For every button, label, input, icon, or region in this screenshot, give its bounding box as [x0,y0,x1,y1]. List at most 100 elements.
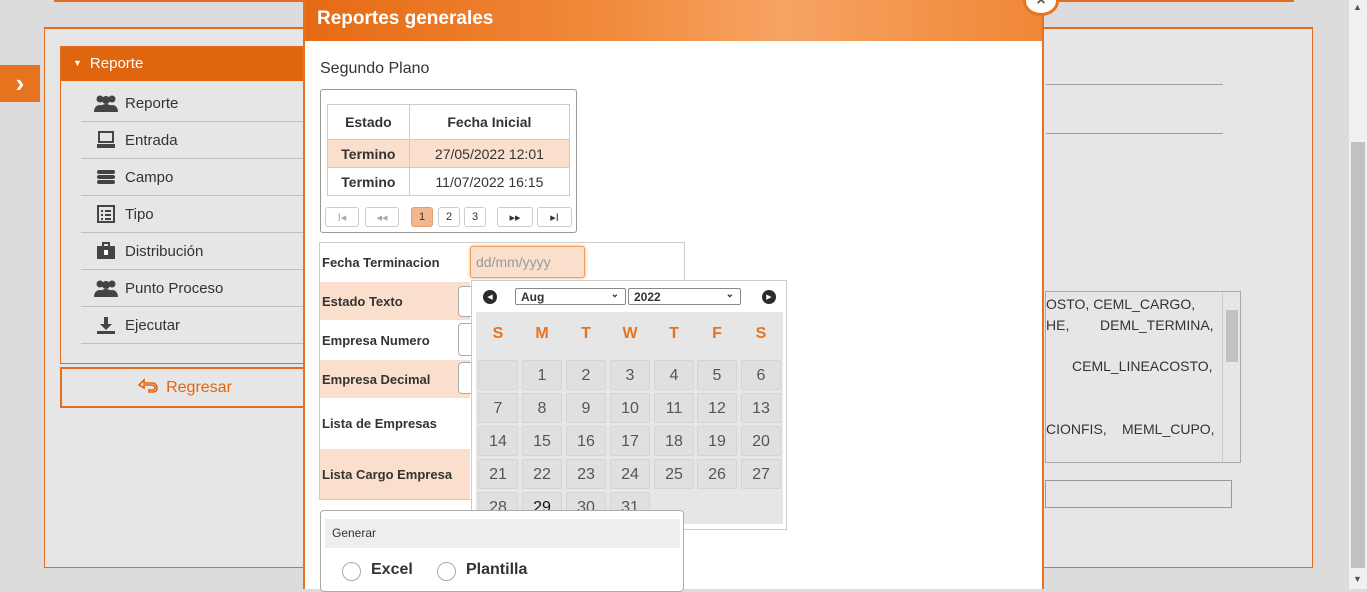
fecha-terminacion-input[interactable]: dd/mm/yyyy [470,246,585,278]
weekday-header: T [581,325,591,342]
empresa-decimal-label: Empresa Decimal [320,360,470,398]
column-header[interactable]: Fecha Inicial [408,104,571,140]
briefcase-icon [91,241,121,261]
sidebar-toggle-button[interactable]: › [0,65,40,102]
month-select[interactable]: Aug ⌄ [515,288,626,305]
textarea-line: OSTO, CEML_CARGO, [1046,296,1196,312]
year-select[interactable]: 2022 ⌄ [628,288,741,305]
table-cell: 27/05/2022 12:01 [408,139,571,168]
page-button-3[interactable]: 3 [464,207,486,227]
calendar-day[interactable]: 3 [610,360,650,390]
calendar-day[interactable]: 27 [741,459,781,489]
scroll-up-icon[interactable]: ▲ [1353,2,1362,12]
section-title: Segundo Plano [320,60,430,77]
calendar-day[interactable]: 16 [566,426,606,456]
sidebar-item-label: Tipo [125,205,154,223]
calendar-day[interactable]: 20 [741,426,781,456]
results-table: Estado Fecha Inicial Termino 27/05/2022 … [327,104,571,196]
regresar-button[interactable]: Regresar [60,367,310,408]
calendar-day[interactable]: 13 [741,393,781,423]
empresa-numero-input[interactable] [458,323,472,356]
calendar-day[interactable]: 6 [741,360,781,390]
fields-textarea[interactable]: OSTO, CEML_CARGO, HE, DEML_TERMINA, CEML… [1045,291,1241,463]
column-header[interactable]: Estado [327,104,410,140]
sidebar-item-entrada[interactable]: Entrada [81,122,309,159]
calendar-day[interactable]: 10 [610,393,650,423]
next-month-icon[interactable]: ▶ [762,290,776,304]
prev-page-button[interactable]: ◂◂ [365,207,399,227]
modal-title: Reportes generales [305,0,1042,41]
calendar-day[interactable]: 26 [697,459,737,489]
calendar-day[interactable]: 11 [654,393,694,423]
fecha-terminacion-label: Fecha Terminacion [322,254,440,270]
estado-texto-input[interactable] [458,286,472,317]
lista-empresas-label: Lista de Empresas [322,416,437,431]
calendar-day[interactable]: 7 [478,393,518,423]
next-page-button[interactable]: ▸▸ [497,207,533,227]
back-hand-icon [137,377,158,398]
scroll-down-icon[interactable]: ▼ [1353,574,1362,584]
weekday-header: W [622,325,638,342]
calendar-day[interactable]: 24 [610,459,650,489]
sidebar-item-label: Campo [125,168,174,186]
calendar-day[interactable]: 8 [522,393,562,423]
sidebar-item-ejecutar[interactable]: Ejecutar [81,307,309,344]
estado-texto-label: Estado Texto [320,282,470,320]
calendar-day[interactable]: 19 [697,426,737,456]
caret-down-icon: ▼ [73,58,82,68]
prev-month-icon[interactable]: ◀ [483,290,497,304]
calendar-day[interactable]: 23 [566,459,606,489]
datepicker: ◀ Aug ⌄ 2022 ⌄ ▶ S M T W T F S 1 2 3 4 5 6 7 8 9 10 11 12 13 1… [471,280,787,530]
download-icon [91,315,121,335]
sidebar-item-distribucion[interactable]: Distribución [81,233,309,270]
report-menu: ▼ Reporte Reporte Entrada Campo Tipo Dist… [60,46,310,364]
background-divider [1046,84,1223,85]
calendar-day[interactable]: 18 [654,426,694,456]
chevron-down-icon: ⌄ [725,289,734,300]
background-input[interactable] [1045,480,1232,508]
sidebar-item-label: Punto Proceso [125,279,224,297]
calendar-grid: S M T W T F S 1 2 3 4 5 6 7 8 9 10 11 12 13 14 15 16 17 18 19 20 21… [476,312,783,524]
calendar-day[interactable]: 22 [522,459,562,489]
page-scrollbar[interactable]: ▲ ▼ [1349,0,1367,589]
calendar-day[interactable]: 12 [697,393,737,423]
empresa-decimal-input[interactable] [458,362,472,394]
page-button-1[interactable]: 1 [411,207,433,227]
table-row[interactable]: Termino 27/05/2022 12:01 [327,139,571,168]
page-button-2[interactable]: 2 [438,207,460,227]
calendar-day[interactable]: 4 [654,360,694,390]
sidebar-item-label: Entrada [125,131,178,149]
sidebar-item-reporte[interactable]: Reporte [81,85,309,122]
sidebar-item-punto-proceso[interactable]: Punto Proceso [81,270,309,307]
excel-label[interactable]: Excel [371,561,413,579]
sidebar-item-label: Distribución [125,242,204,260]
textarea-line: CIONFIS, [1046,421,1107,437]
plantilla-radio[interactable] [437,562,456,581]
plantilla-label[interactable]: Plantilla [466,561,527,579]
calendar-day[interactable]: 17 [610,426,650,456]
calendar-day[interactable]: 25 [654,459,694,489]
calendar-day[interactable]: 21 [478,459,518,489]
calendar-day[interactable]: 2 [566,360,606,390]
calendar-day[interactable]: 5 [697,360,737,390]
excel-radio[interactable] [342,562,361,581]
weekday-header: S [755,325,767,342]
first-page-button[interactable]: I◂ [325,207,359,227]
close-icon: × [1036,0,1046,9]
sidebar-item-campo[interactable]: Campo [81,159,309,196]
textarea-scrollbar[interactable] [1222,292,1240,462]
chevron-down-icon: ⌄ [610,289,619,300]
textarea-line: DEML_TERMINA, [1100,317,1214,333]
last-page-button[interactable]: ▸I [537,207,572,227]
menu-header[interactable]: ▼ Reporte [61,47,309,81]
calendar-day[interactable]: 14 [478,426,518,456]
background-divider [1046,133,1223,134]
empresa-numero-label: Empresa Numero [322,332,430,348]
datepicker-header: ◀ Aug ⌄ 2022 ⌄ ▶ [477,287,782,307]
table-row[interactable]: Termino 11/07/2022 16:15 [327,167,571,196]
calendar-day[interactable]: 15 [522,426,562,456]
sidebar-item-tipo[interactable]: Tipo [81,196,309,233]
weekday-header: T [669,325,679,342]
calendar-day[interactable]: 9 [566,393,606,423]
calendar-day[interactable]: 1 [522,360,562,390]
